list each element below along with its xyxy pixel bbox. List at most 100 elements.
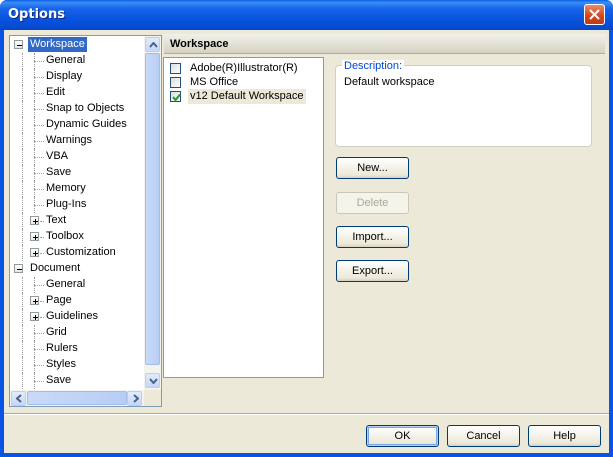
tree-item[interactable]: Page <box>10 293 144 309</box>
import-button[interactable]: Import... <box>336 226 409 248</box>
section-title: Workspace <box>170 38 229 50</box>
tree-item[interactable]: Rulers <box>10 341 144 357</box>
options-window: Options Workspace General Display Edit Snap … <box>0 0 613 457</box>
tree-connector <box>34 181 35 197</box>
tree-item[interactable]: Toolbox <box>10 229 144 245</box>
scroll-down-button[interactable] <box>145 373 160 388</box>
tree-horizontal-scrollbar[interactable] <box>10 390 144 406</box>
tree-connector <box>34 157 44 158</box>
tree-item[interactable]: Edit <box>10 85 144 101</box>
tree-item-label: General <box>46 278 86 290</box>
tree-connector <box>22 309 23 325</box>
tree-item[interactable]: Guidelines <box>10 309 144 325</box>
tree-connector <box>22 229 23 245</box>
tree-connector <box>34 189 44 190</box>
tree-item[interactable]: Save <box>10 165 144 181</box>
tree-item-label: Guidelines <box>46 310 98 322</box>
expand-icon[interactable] <box>30 248 39 257</box>
tree-item[interactable]: Workspace <box>10 37 144 53</box>
ok-button[interactable]: OK <box>366 425 439 447</box>
tree-item[interactable]: VBA <box>10 149 144 165</box>
scroll-thumb[interactable] <box>145 53 160 365</box>
tree-item-label: Save <box>46 166 72 178</box>
tree-connector <box>34 109 44 110</box>
tree-connector <box>34 69 35 85</box>
close-icon <box>589 9 600 20</box>
tree-item[interactable]: Warnings <box>10 133 144 149</box>
close-button[interactable] <box>584 4 605 25</box>
collapse-icon[interactable] <box>14 264 23 273</box>
tree-item-label: Document <box>30 262 81 274</box>
tree-item-label: Toolbox <box>46 230 84 242</box>
delete-button[interactable]: Delete <box>336 192 409 214</box>
workspace-checkbox[interactable] <box>170 91 181 102</box>
workspace-item[interactable]: Adobe(R)Illustrator(R) <box>170 61 320 76</box>
horizontal-scroll-thumb[interactable] <box>27 391 127 405</box>
workspace-checkbox[interactable] <box>170 77 181 88</box>
tree-connector <box>22 53 23 69</box>
tree-item[interactable]: Customization <box>10 245 144 261</box>
new-button[interactable]: New... <box>336 157 409 179</box>
tree-connector <box>34 285 44 286</box>
tree-item-label: Grid <box>46 326 67 338</box>
tree-connector <box>22 293 23 309</box>
tree-item-label: Rulers <box>46 342 78 354</box>
workspace-item[interactable]: MS Office <box>170 75 320 90</box>
tree-item-label: Warnings <box>46 134 93 146</box>
options-tree[interactable]: Workspace General Display Edit Snap to Objec… <box>9 35 162 407</box>
tree-item[interactable]: Styles <box>10 357 144 373</box>
expand-icon[interactable] <box>30 216 39 225</box>
expand-icon[interactable] <box>30 312 39 321</box>
scroll-up-button[interactable] <box>145 37 160 52</box>
tree-connector <box>34 205 44 206</box>
tree-item-label: Workspace <box>28 37 87 52</box>
tree-item[interactable]: Dynamic Guides <box>10 117 144 133</box>
tree-item[interactable]: Document <box>10 261 144 277</box>
export-button[interactable]: Export... <box>336 260 409 282</box>
tree-viewport: Workspace General Display Edit Snap to Objec… <box>10 36 144 390</box>
tree-item[interactable]: Grid <box>10 325 144 341</box>
tree-connector <box>22 245 23 261</box>
workspace-list[interactable]: Adobe(R)Illustrator(R) MS Office v12 Defau… <box>163 57 324 378</box>
checkmark-icon <box>172 93 181 102</box>
tree-item-label: Edit <box>46 86 65 98</box>
expand-icon[interactable] <box>30 232 39 241</box>
tree-item[interactable]: Save <box>10 373 144 389</box>
workspace-item[interactable]: v12 Default Workspace <box>170 89 320 104</box>
tree-item[interactable]: Plug-Ins <box>10 197 144 213</box>
tree-item[interactable]: Display <box>10 69 144 85</box>
expand-icon[interactable] <box>30 296 39 305</box>
tree-item[interactable]: General <box>10 277 144 293</box>
description-label: Description: <box>342 60 405 72</box>
workspace-checkbox[interactable] <box>170 63 181 74</box>
tree-item[interactable]: General <box>10 53 144 69</box>
help-button[interactable]: Help <box>528 425 601 447</box>
tree-connector <box>34 349 44 350</box>
tree-connector <box>34 141 44 142</box>
workspace-label: MS Office <box>190 76 239 88</box>
title-bar[interactable]: Options <box>0 0 613 30</box>
tree-connector <box>34 333 44 334</box>
tree-item[interactable]: Snap to Objects <box>10 101 144 117</box>
section-header: Workspace <box>164 34 605 54</box>
tree-item-label: Text <box>46 214 67 226</box>
cancel-button[interactable]: Cancel <box>447 425 520 447</box>
tree-connector <box>34 77 44 78</box>
scroll-right-button[interactable] <box>127 391 142 406</box>
tree-connector <box>34 325 35 341</box>
tree-connector <box>22 373 23 389</box>
tree-connector <box>34 173 44 174</box>
tree-connector <box>34 117 35 133</box>
tree-item-label: Styles <box>46 358 76 370</box>
tree-vertical-scrollbar[interactable] <box>144 36 161 390</box>
tree-connector <box>22 277 23 293</box>
collapse-icon[interactable] <box>14 40 23 49</box>
tree-connector <box>34 61 44 62</box>
tree-item[interactable]: Memory <box>10 181 144 197</box>
tree-connector <box>34 85 35 101</box>
tree-connector <box>22 181 23 197</box>
tree-connector <box>22 117 23 133</box>
scroll-left-button[interactable] <box>11 391 26 406</box>
tree-connector <box>22 149 23 165</box>
tree-item[interactable]: Text <box>10 213 144 229</box>
